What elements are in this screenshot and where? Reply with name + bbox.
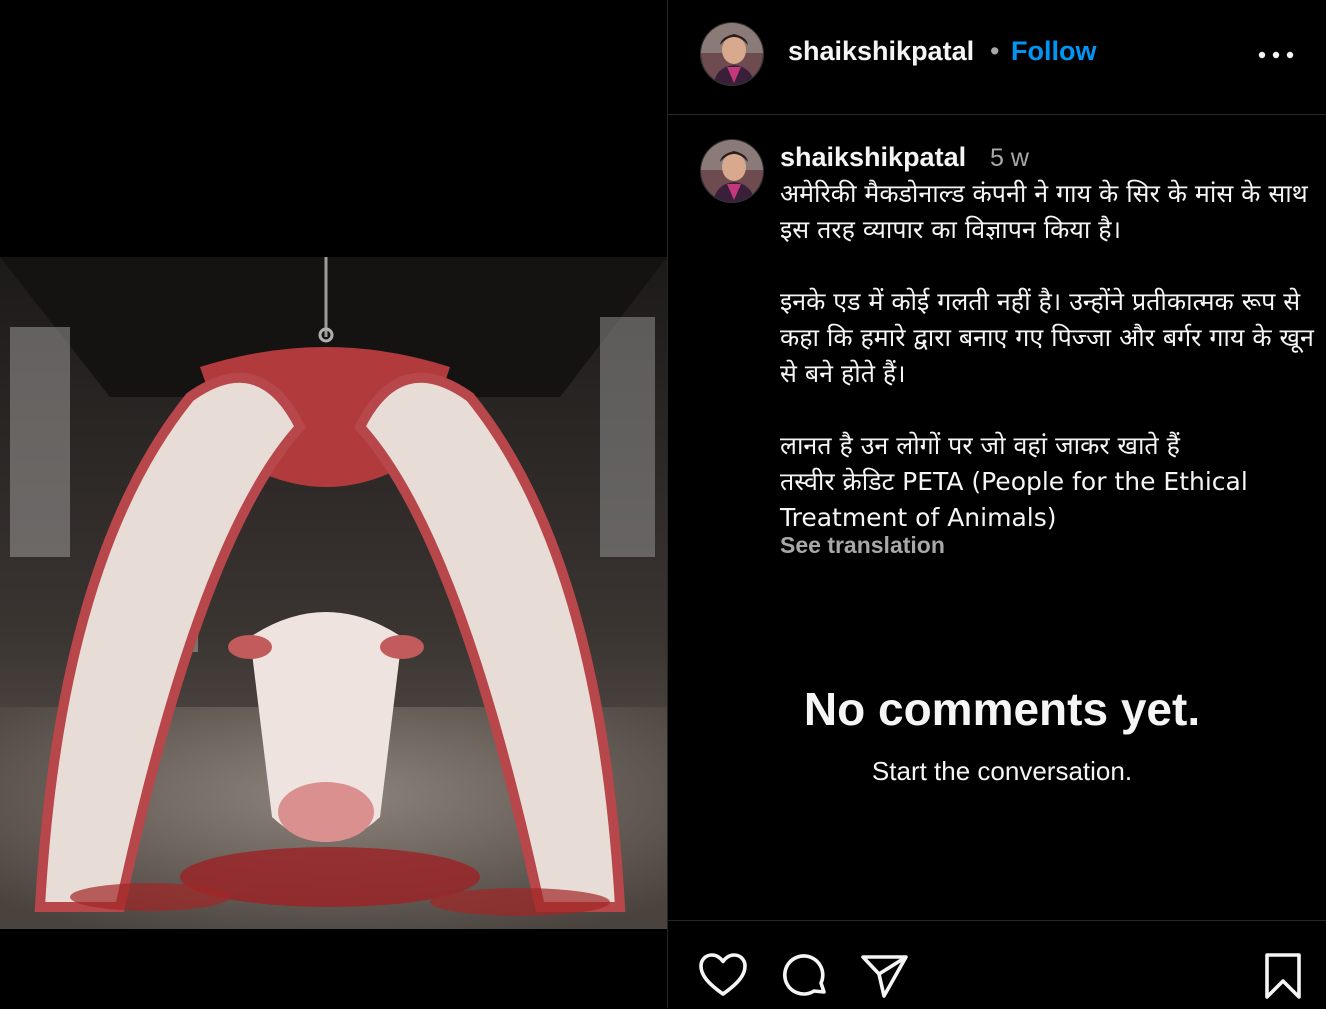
avatar[interactable] bbox=[700, 22, 764, 86]
empty-comments-subtitle: Start the conversation. bbox=[871, 756, 1133, 786]
caption-username[interactable]: shaikshikpatal bbox=[780, 142, 966, 173]
share-send-icon[interactable] bbox=[860, 951, 910, 1001]
post-detail-panel: shaikshikpatal • Follow shaikshikpatal 5… bbox=[668, 0, 1326, 1008]
action-bar bbox=[668, 920, 1326, 1009]
caption-text: अमेरिकी मैकडोनाल्ड कंपनी ने गाय के सिर क… bbox=[780, 179, 1314, 532]
see-translation-link[interactable]: See translation bbox=[780, 532, 945, 559]
avatar[interactable] bbox=[700, 139, 764, 203]
separator-dot: • bbox=[990, 36, 1000, 66]
post-timestamp[interactable]: 5 w bbox=[990, 144, 1029, 173]
comment-icon[interactable] bbox=[780, 951, 830, 1001]
header-username[interactable]: shaikshikpatal bbox=[788, 36, 974, 67]
follow-button[interactable]: Follow bbox=[1011, 36, 1096, 67]
save-bookmark-icon[interactable] bbox=[1258, 951, 1308, 1001]
empty-comments-title: No comments yet. bbox=[803, 683, 1201, 735]
post-header: shaikshikpatal • Follow bbox=[668, 0, 1326, 115]
post-image[interactable] bbox=[0, 257, 667, 929]
more-options-icon[interactable] bbox=[1256, 40, 1296, 70]
post-media[interactable] bbox=[0, 0, 667, 1008]
like-heart-icon[interactable] bbox=[698, 951, 748, 1001]
